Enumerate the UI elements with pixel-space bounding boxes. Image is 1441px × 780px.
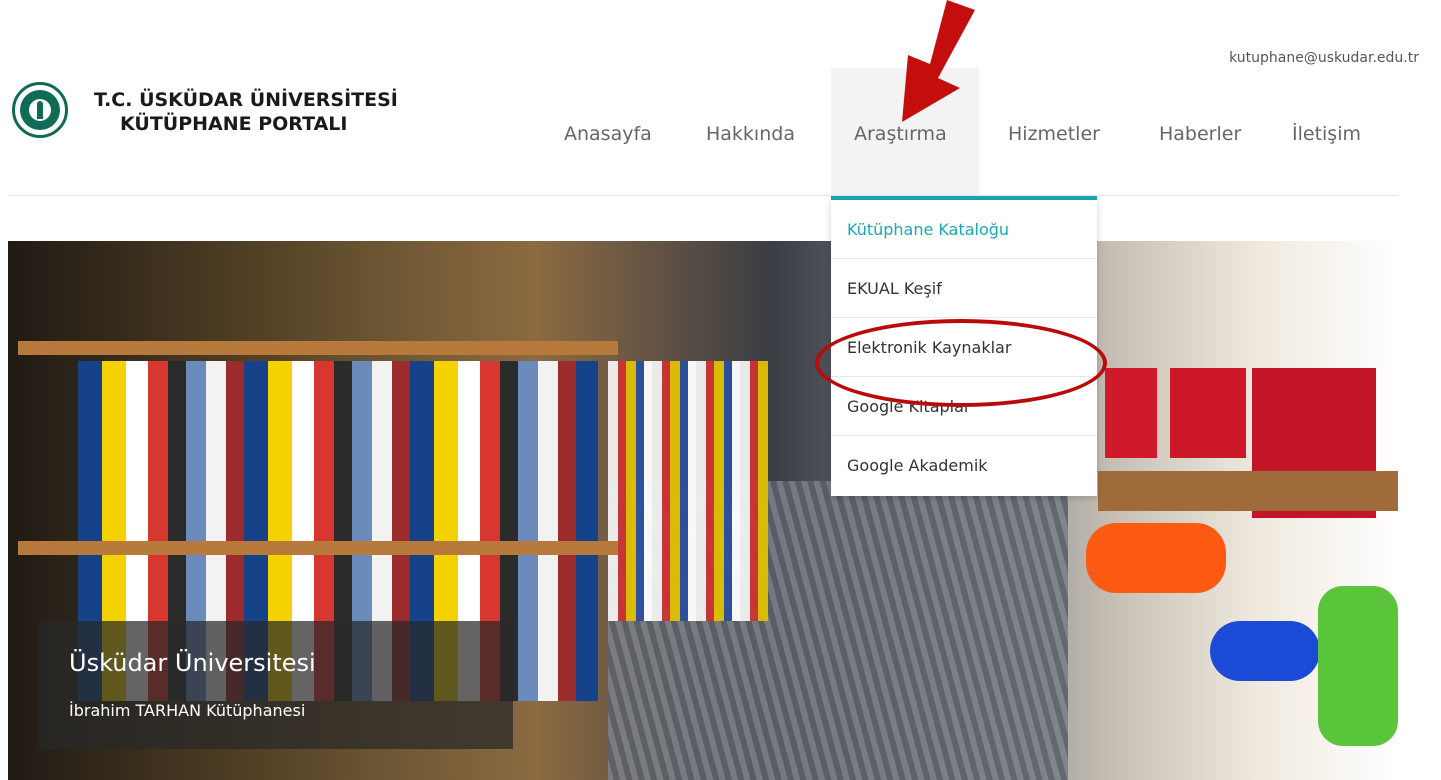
seal-tower bbox=[37, 101, 43, 119]
nav-item-iletisim[interactable]: İletişim bbox=[1292, 123, 1361, 145]
nav-item-hizmetler[interactable]: Hizmetler bbox=[1008, 123, 1100, 145]
caption-title: Üsküdar Üniversitesi bbox=[69, 649, 316, 677]
caption-subtitle: İbrahim TARHAN Kütüphanesi bbox=[69, 701, 306, 720]
dropdown-item-google-akademik[interactable]: Google Akademik bbox=[831, 436, 1097, 495]
dropdown-item-elektronik-kaynaklar[interactable]: Elektronik Kaynaklar bbox=[831, 318, 1097, 377]
contact-email[interactable]: kutuphane@uskudar.edu.tr bbox=[1229, 50, 1419, 66]
nav-item-haberler[interactable]: Haberler bbox=[1159, 123, 1241, 145]
hero-shelf-plank bbox=[18, 541, 618, 555]
hero-orange-chair bbox=[1086, 523, 1226, 593]
dropdown-item-ekual[interactable]: EKUAL Keşif bbox=[831, 259, 1097, 318]
nav-item-hakkinda[interactable]: Hakkında bbox=[706, 123, 795, 145]
hero-desk bbox=[1098, 471, 1398, 511]
hero-shelf-plank bbox=[18, 341, 618, 355]
hero-caption: Üsküdar Üniversitesi İbrahim TARHAN Kütü… bbox=[39, 621, 513, 749]
main-nav: Anasayfa Hakkında Araştırma Hizmetler Ha… bbox=[0, 123, 1441, 153]
brand-line1: T.C. ÜSKÜDAR ÜNİVERSİTESİ bbox=[94, 89, 398, 111]
dropdown-item-google-kitaplar[interactable]: Google Kitaplar bbox=[831, 377, 1097, 436]
hero-red-panel bbox=[1170, 368, 1246, 458]
dropdown-item-katalog[interactable]: Kütüphane Kataloğu bbox=[831, 200, 1097, 259]
nav-item-arastirma[interactable]: Araştırma bbox=[854, 123, 947, 145]
arastirma-dropdown: Kütüphane Kataloğu EKUAL Keşif Elektroni… bbox=[831, 200, 1097, 496]
hero-blue-chair bbox=[1210, 621, 1320, 681]
nav-item-anasayfa[interactable]: Anasayfa bbox=[564, 123, 652, 145]
header-divider bbox=[8, 195, 1398, 196]
hero-red-panel bbox=[1105, 368, 1157, 458]
hero-green-chair bbox=[1318, 586, 1398, 746]
hero-bookshelf-far bbox=[608, 361, 768, 621]
